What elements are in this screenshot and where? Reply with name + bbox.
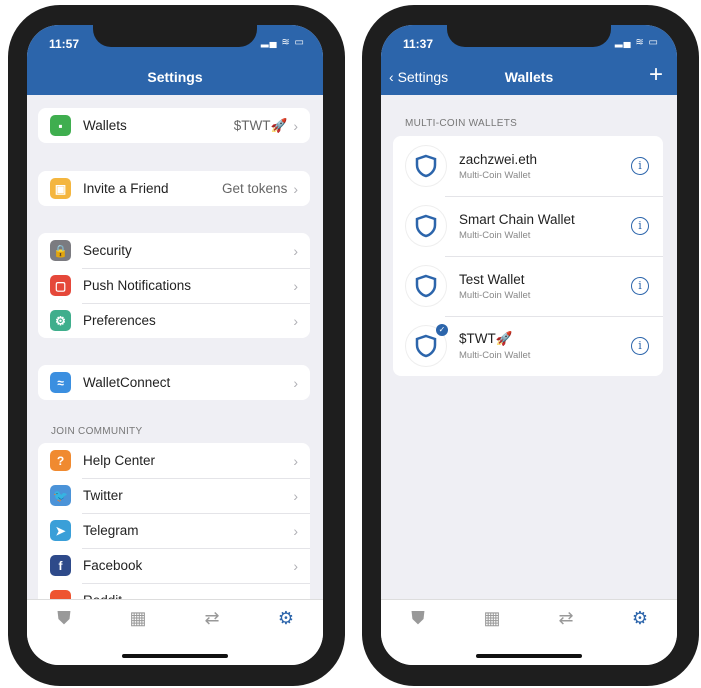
item-label: Security [83,243,132,258]
invite-card: ▣ Invite a Friend Get tokens › [38,171,310,206]
settings-item-security[interactable]: 🔒 Security › [38,233,310,268]
section-header: JOIN COMMUNITY [51,426,143,437]
item-label: Telegram [83,523,139,538]
walletconnect-icon: ≈ [50,372,71,393]
wallet-list: zachzwei.eth Multi-Coin Wallet i Smart Chai… [393,136,663,376]
status-icons: ▂▄ ≋ ▭ [260,37,305,48]
wallet-name: $TWT🚀 [459,331,513,346]
status-time: 11:37 [403,37,434,51]
dapps-grid-icon[interactable]: ▦ [123,608,153,629]
settings-item-telegram[interactable]: ➤ Telegram › [38,513,310,548]
wallet-shield-icon [405,205,447,247]
facebook-icon: f [50,555,71,576]
add-wallet-button[interactable]: + [649,61,663,89]
settings-item-push-notifications[interactable]: ▢ Push Notifications › [38,268,310,303]
status-time: 11:57 [49,37,80,51]
item-label: Push Notifications [83,278,192,293]
chevron-right-icon: › [293,117,298,134]
settings-gear-icon[interactable]: ⚙ [271,608,301,629]
settings-gear-icon[interactable]: ⚙ [625,608,655,629]
wallet-shield-icon [405,145,447,187]
wallet-row[interactable]: Test Wallet Multi-Coin Wallet i [393,256,663,316]
swap-icon[interactable]: ⇄ [197,608,227,629]
chevron-right-icon: › [293,312,298,329]
settings-item-facebook[interactable]: f Facebook › [38,548,310,583]
wallet-name: Smart Chain Wallet [459,211,575,227]
wallet-row[interactable]: ✓ $TWT🚀 Multi-Coin Wallet i [393,316,663,376]
tab-bar: ⛊ ▦ ⇄ ⚙ [27,599,323,665]
home-indicator [476,654,582,658]
item-value: Get tokens [222,181,288,196]
item-label: Wallets [83,118,127,133]
settings-item-wallets[interactable]: ▪ Wallets $TWT🚀 › [38,108,310,143]
info-icon[interactable]: i [631,217,649,235]
chevron-right-icon: › [293,522,298,539]
wallet-row[interactable]: zachzwei.eth Multi-Coin Wallet i [393,136,663,196]
wallet-type: Multi-Coin Wallet [459,289,531,301]
tab-bar: ⛊ ▦ ⇄ ⚙ [381,599,677,665]
wallet-type: Multi-Coin Wallet [459,350,531,361]
settings-item-invite[interactable]: ▣ Invite a Friend Get tokens › [38,171,310,206]
gift-icon: ▣ [50,178,71,199]
item-label: Preferences [83,313,156,328]
chevron-right-icon: › [293,452,298,469]
settings-item-twitter[interactable]: 🐦 Twitter › [38,478,310,513]
swap-icon[interactable]: ⇄ [551,608,581,629]
item-label: Twitter [83,488,123,503]
shield-icon[interactable]: ⛊ [49,608,79,629]
chevron-right-icon: › [293,242,298,259]
settings-item-preferences[interactable]: ⚙ Preferences › [38,303,310,338]
chevron-right-icon: › [293,557,298,574]
wallet-row[interactable]: Smart Chain Wallet Multi-Coin Wallet i [393,196,663,256]
notch [93,25,257,47]
notch [447,25,611,47]
home-indicator [122,654,228,658]
settings-screen: 11:57 ▂▄ ≋ ▭ Settings ▪ Wallets $TWT🚀 › … [27,25,323,665]
shield-icon[interactable]: ⛊ [403,608,433,629]
wallet-type: Multi-Coin Wallet [459,229,531,241]
telegram-icon: ➤ [50,520,71,541]
wallet-shield-icon [405,265,447,307]
page-title: Settings [147,69,203,85]
item-label: Help Center [83,453,156,468]
wallet-name: zachzwei.eth [459,151,538,167]
gear-icon: ⚙ [50,310,71,331]
community-group: ? Help Center › 🐦 Twitter › ➤ Telegram › f Faceboo… [38,443,310,618]
help-icon: ? [50,450,71,471]
info-icon[interactable]: i [631,337,649,355]
chevron-right-icon: › [293,374,298,391]
walletconnect-card: ≈ WalletConnect › [38,365,310,400]
settings-item-walletconnect[interactable]: ≈ WalletConnect › [38,365,310,400]
settings-item-help-center[interactable]: ? Help Center › [38,443,310,478]
info-icon[interactable]: i [631,277,649,295]
twitter-icon: 🐦 [50,485,71,506]
item-value: $TWT🚀 [233,117,288,133]
wallet-type: Multi-Coin Wallet [459,169,531,181]
wallets-screen: 11:37 ▂▄ ≋ ▭ ‹ Settings Wallets + MULTI-… [381,25,677,665]
selected-check-icon: ✓ [436,324,448,336]
status-icons: ▂▄ ≋ ▭ [614,37,659,48]
settings-group: 🔒 Security › ▢ Push Notifications › ⚙ Preferenc… [38,233,310,338]
item-label: Invite a Friend [83,181,169,196]
wallet-icon: ▪ [50,115,71,136]
section-header: MULTI-COIN WALLETS [405,118,518,129]
chevron-right-icon: › [293,487,298,504]
info-icon[interactable]: i [631,157,649,175]
lock-icon: 🔒 [50,240,71,261]
dapps-grid-icon[interactable]: ▦ [477,608,507,629]
item-label: WalletConnect [83,375,171,390]
item-label: Facebook [83,558,143,573]
chevron-right-icon: › [293,180,298,197]
wallet-shield-icon: ✓ [405,324,448,367]
page-title: Wallets [504,69,554,85]
notification-icon: ▢ [50,275,71,296]
chevron-right-icon: › [293,277,298,294]
wallet-name: Test Wallet [459,271,525,287]
wallets-card: ▪ Wallets $TWT🚀 › [38,108,310,143]
